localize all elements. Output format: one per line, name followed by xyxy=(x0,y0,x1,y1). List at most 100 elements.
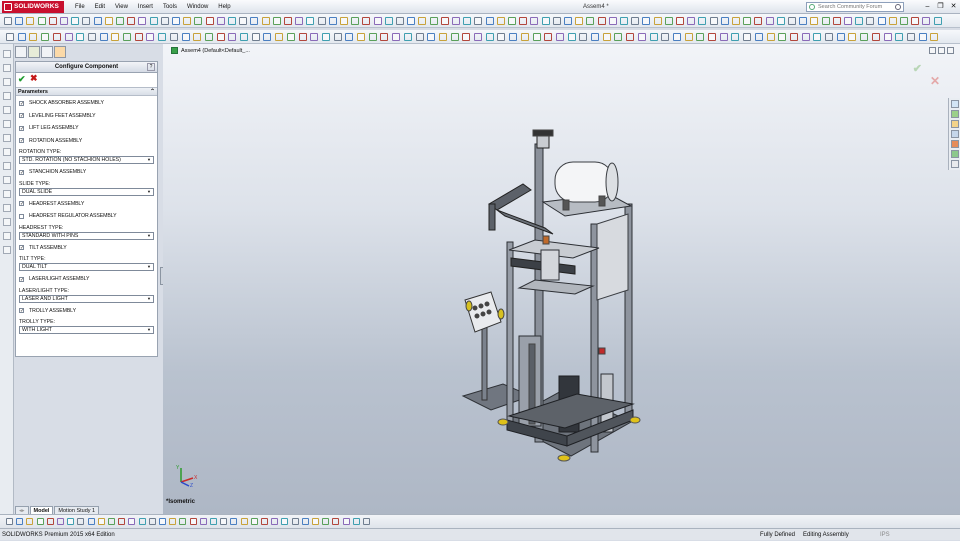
toolbar-icon[interactable] xyxy=(789,33,798,41)
toolbar-icon[interactable] xyxy=(333,33,342,41)
toolbar-icon[interactable] xyxy=(429,17,438,25)
menu-window[interactable]: Window xyxy=(182,0,213,14)
toolbar-icon[interactable] xyxy=(87,518,95,525)
property-manager-tab-icon[interactable] xyxy=(28,46,40,58)
toolbar-icon[interactable] xyxy=(731,33,740,41)
toolbar-icon[interactable] xyxy=(754,17,763,25)
toolbar-icon[interactable] xyxy=(138,17,147,25)
menu-help[interactable]: Help xyxy=(213,0,235,14)
toolbar-icon[interactable] xyxy=(240,33,248,41)
toolbar-icon[interactable] xyxy=(860,33,869,41)
toolbar-icon[interactable] xyxy=(216,33,225,41)
toolbar-icon[interactable] xyxy=(15,17,24,25)
toolbar-icon[interactable] xyxy=(357,33,365,41)
toolbar-icon[interactable] xyxy=(637,33,646,41)
toolbar-icon[interactable] xyxy=(228,17,236,25)
machine-model[interactable] xyxy=(163,44,960,514)
parameter-dropdown[interactable]: LASER AND LIGHT ▼ xyxy=(19,294,154,303)
toolbar-icon[interactable] xyxy=(71,17,80,25)
toolbar-icon[interactable] xyxy=(463,17,472,25)
toolbar-icon[interactable] xyxy=(544,33,553,41)
toolbar-icon[interactable] xyxy=(363,518,370,525)
checkbox[interactable]: ✓ xyxy=(19,169,24,175)
toolbar-icon[interactable] xyxy=(82,17,91,25)
toolbar-icon[interactable] xyxy=(26,17,35,25)
toolbar-icon[interactable] xyxy=(626,33,635,41)
toolbar-icon[interactable] xyxy=(474,33,482,41)
tool-icon[interactable] xyxy=(3,106,11,114)
toolbar-icon[interactable] xyxy=(664,17,673,25)
toolbar-icon[interactable] xyxy=(602,33,611,41)
tool-icon[interactable] xyxy=(3,176,11,184)
toolbar-icon[interactable] xyxy=(620,17,628,25)
toolbar-icon[interactable] xyxy=(836,33,845,41)
toolbar-icon[interactable] xyxy=(169,33,178,41)
toolbar-icon[interactable] xyxy=(317,17,326,25)
toolbar-icon[interactable] xyxy=(575,17,584,25)
toolbar-icon[interactable] xyxy=(418,17,427,25)
toolbar-icon[interactable] xyxy=(687,17,696,25)
toolbar-icon[interactable] xyxy=(754,33,763,41)
parameter-checkbox-row[interactable]: HEADREST REGULATOR ASSEMBLY xyxy=(17,210,156,223)
toolbar-icon[interactable] xyxy=(134,33,143,41)
toolbar-icon[interactable] xyxy=(452,17,460,25)
toolbar-icon[interactable] xyxy=(918,33,927,41)
panel-help-icon[interactable]: ? xyxy=(147,63,155,71)
toolbar-icon[interactable] xyxy=(821,17,830,25)
toolbar-icon[interactable] xyxy=(696,33,705,41)
toolbar-icon[interactable] xyxy=(172,17,180,25)
toolbar-icon[interactable] xyxy=(591,33,599,41)
checkbox[interactable]: ✓ xyxy=(19,245,24,251)
tool-icon[interactable] xyxy=(3,232,11,240)
checkbox[interactable] xyxy=(19,213,24,219)
tool-icon[interactable] xyxy=(3,218,11,226)
tool-icon[interactable] xyxy=(3,204,11,212)
toolbar-icon[interactable] xyxy=(509,33,518,41)
menu-edit[interactable]: Edit xyxy=(90,0,110,14)
toolbar-icon[interactable] xyxy=(720,17,729,25)
toolbar-icon[interactable] xyxy=(205,17,214,25)
checkbox[interactable]: ✓ xyxy=(19,113,24,119)
tool-icon[interactable] xyxy=(3,134,11,142)
toolbar-icon[interactable] xyxy=(462,33,471,41)
parameter-checkbox-row[interactable]: ✓ LIFT LEG ASSEMBLY xyxy=(17,122,156,135)
toolbar-icon[interactable] xyxy=(922,17,931,25)
parameter-dropdown[interactable]: DUAL TILT ▼ xyxy=(19,263,154,271)
toolbar-icon[interactable] xyxy=(684,33,693,41)
cancel-icon[interactable]: ✖ xyxy=(30,73,38,84)
toolbar-icon[interactable] xyxy=(485,33,494,41)
toolbar-icon[interactable] xyxy=(118,518,126,525)
menu-view[interactable]: View xyxy=(110,0,133,14)
toolbar-icon[interactable] xyxy=(169,518,177,525)
display-manager-tab-icon[interactable] xyxy=(54,46,66,58)
toolbar-icon[interactable] xyxy=(284,17,292,25)
solidworks-logo[interactable]: SOLIDWORKS xyxy=(2,1,64,13)
toolbar-icon[interactable] xyxy=(193,33,202,41)
toolbar-icon[interactable] xyxy=(210,518,217,525)
toolbar-icon[interactable] xyxy=(57,518,64,525)
toolbar-icon[interactable] xyxy=(286,33,295,41)
toolbar-icon[interactable] xyxy=(497,33,506,41)
toolbar-icon[interactable] xyxy=(36,518,44,525)
toolbar-icon[interactable] xyxy=(776,17,785,25)
toolbar-icon[interactable] xyxy=(930,33,939,41)
toolbar-icon[interactable] xyxy=(194,17,203,25)
toolbar-icon[interactable] xyxy=(911,17,920,25)
minimize-icon[interactable]: – xyxy=(923,1,932,12)
toolbar-icon[interactable] xyxy=(149,17,158,25)
toolbar-icon[interactable] xyxy=(158,33,167,41)
toolbar-icon[interactable] xyxy=(263,33,272,41)
toolbar-icon[interactable] xyxy=(614,33,623,41)
toolbar-icon[interactable] xyxy=(564,17,572,25)
checkbox[interactable]: ✓ xyxy=(19,138,24,144)
toolbar-icon[interactable] xyxy=(199,518,207,525)
toolbar-icon[interactable] xyxy=(631,17,640,25)
configuration-manager-tab-icon[interactable] xyxy=(41,46,53,58)
toolbar-icon[interactable] xyxy=(649,33,658,41)
toolbar-icon[interactable] xyxy=(345,33,354,41)
toolbar-icon[interactable] xyxy=(116,17,124,25)
toolbar-icon[interactable] xyxy=(26,518,34,525)
toolbar-icon[interactable] xyxy=(298,33,307,41)
toolbar-icon[interactable] xyxy=(380,33,389,41)
toolbar-icon[interactable] xyxy=(60,17,68,25)
